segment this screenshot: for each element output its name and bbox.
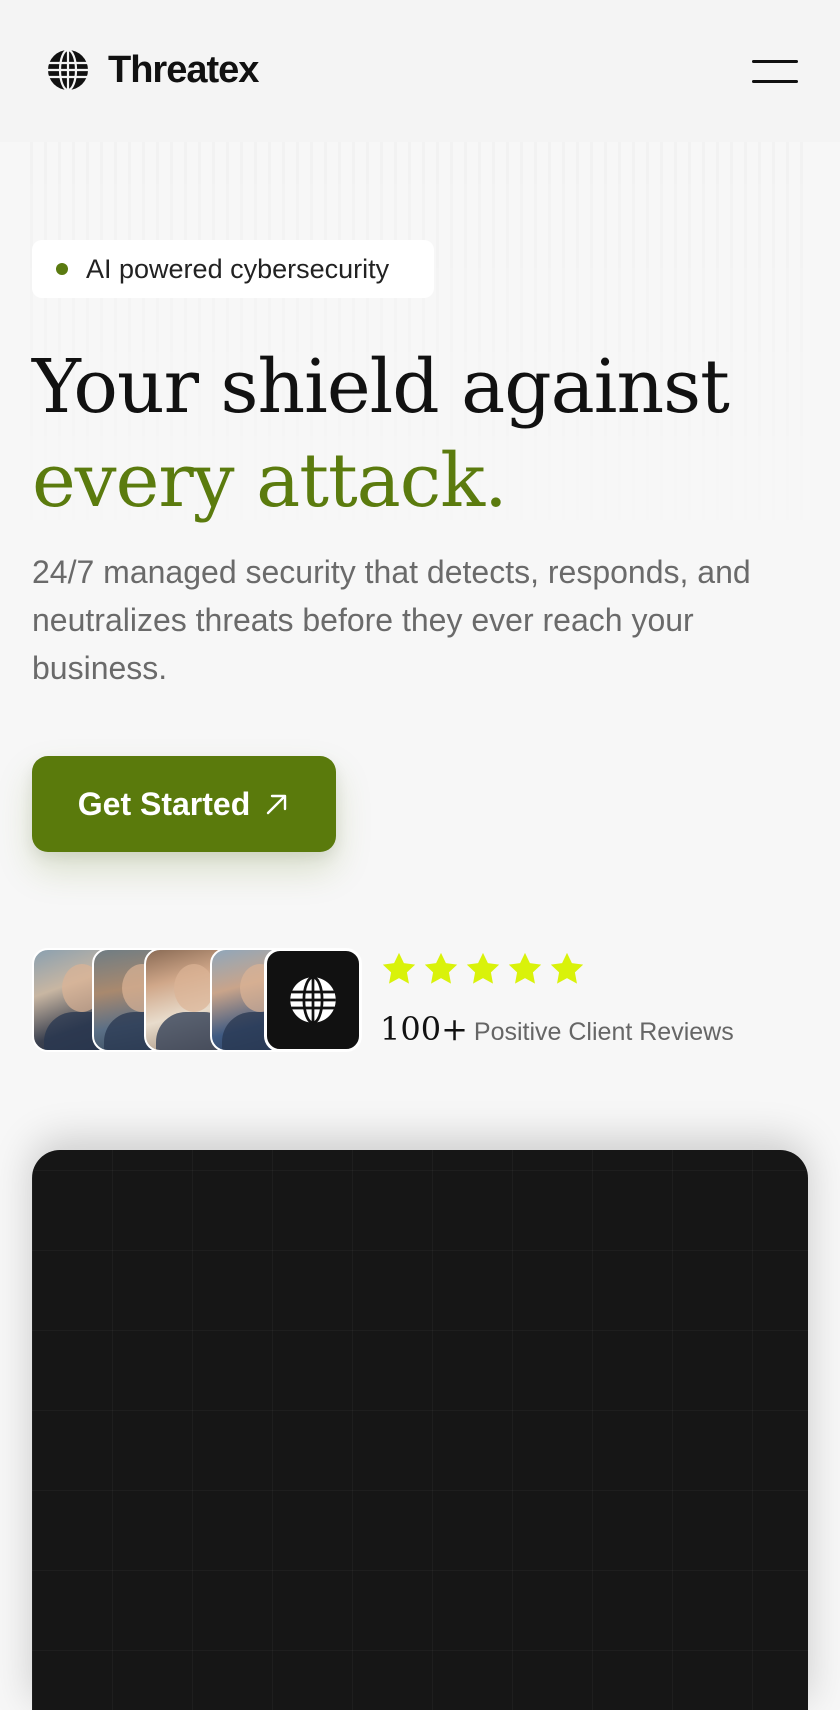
badge-label: AI powered cybersecurity	[86, 253, 390, 284]
cta-label: Get Started	[77, 785, 251, 822]
headline-line-1: Your shield against	[32, 344, 730, 430]
star-icon	[466, 952, 500, 984]
star-icon	[508, 952, 542, 984]
arrow-up-right-icon	[267, 794, 287, 815]
reviews-summary: 100+ Positive Client Reviews	[380, 1010, 734, 1048]
dashboard-preview-panel	[32, 1150, 808, 1710]
status-dot	[56, 263, 68, 275]
headline-line-2: every attack.	[32, 438, 508, 524]
hero-badge: AI powered cybersecurity	[32, 240, 434, 298]
brand-avatar	[264, 948, 362, 1052]
star-icon	[424, 952, 458, 984]
hero-headline: Your shield against every attack.	[32, 340, 730, 528]
get-started-button[interactable]: Get Started	[32, 756, 336, 852]
site-header: Threatex	[0, 0, 840, 142]
reviews-count: 100+	[380, 1010, 468, 1048]
star-icon	[550, 952, 584, 984]
rating-stars	[380, 950, 590, 988]
hamburger-menu-icon[interactable]	[752, 56, 800, 88]
globe-icon	[290, 975, 336, 1025]
brand-logo[interactable]: Threatex	[46, 48, 259, 92]
reviews-label: Positive Client Reviews	[473, 1018, 734, 1046]
star-icon	[382, 952, 416, 984]
client-avatars	[32, 948, 362, 1054]
brand-name: Threatex	[108, 48, 259, 91]
globe-icon	[48, 48, 88, 92]
hero-subtext: 24/7 managed security that detects, resp…	[32, 554, 751, 686]
